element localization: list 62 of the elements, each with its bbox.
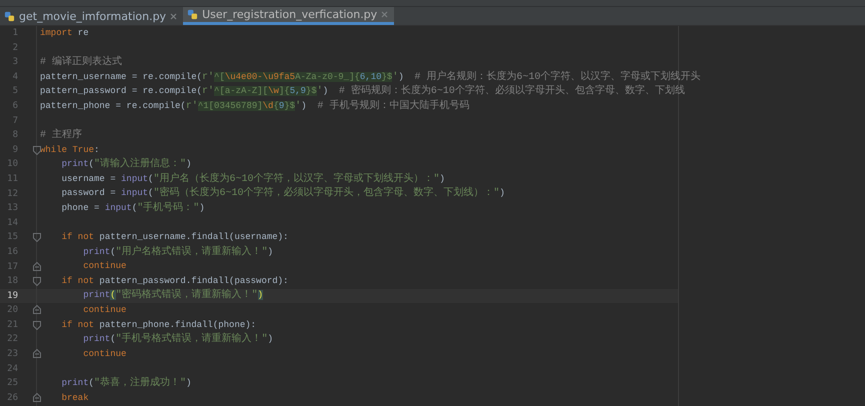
code-line: print("手机号格式错误，请重新输入！") — [82, 333, 274, 346]
line-number: 10 — [6, 158, 19, 172]
code-line: print("恭喜，注册成功！") — [60, 377, 192, 390]
line-number: 4 — [12, 70, 19, 84]
code-line: while True: — [39, 144, 100, 157]
line-number: 16 — [6, 246, 19, 259]
fold-icon[interactable] — [33, 233, 41, 242]
fold-icon[interactable] — [33, 349, 41, 358]
line-number: 9 — [12, 144, 19, 157]
close-icon[interactable] — [170, 12, 178, 20]
line-number: 17 — [6, 260, 19, 274]
fold-icon[interactable] — [33, 277, 41, 286]
line-number: 13 — [6, 202, 19, 216]
code-line: if not pattern_username.findall(username): — [60, 231, 288, 244]
line-number: 5 — [12, 85, 19, 98]
file-tab[interactable]: get_movie_imformation.py — [0, 7, 184, 25]
line-number: 18 — [6, 275, 19, 288]
code-line: continue — [82, 260, 126, 274]
code-line: print("请输入注册信息：") — [60, 158, 192, 172]
line-number: 12 — [6, 188, 19, 201]
code-line: break — [60, 392, 89, 405]
fold-icon[interactable] — [33, 146, 41, 155]
code-line: pattern_phone = re.compile(r'^1[03456789]\d{9}$') # 手机号规则：中国大陆手机号码 — [39, 100, 470, 113]
code-line: # 主程序 — [39, 128, 82, 142]
line-number: 26 — [6, 392, 19, 405]
fold-icon[interactable] — [33, 262, 41, 270]
line-number: 22 — [6, 333, 19, 346]
line-number: 3 — [12, 56, 19, 70]
line-number: 8 — [12, 129, 19, 142]
code-line: # 编译正则表达式 — [39, 56, 122, 69]
fold-icon[interactable] — [33, 320, 41, 330]
code-line: continue — [82, 304, 126, 318]
code-line: pattern_password = re.compile(r'^[a-zA-Z][\w]{5,9}$') # 密码规则：长度为6~10个字符、必须以字母开头、包含字母、数字、下划线 — [39, 85, 685, 98]
code-line: pattern_username = re.compile(r'^[\u4e00-\u9fa5A-Za-z0-9_]{6,10}$') # 用户名规则：长度为6~10个字符、以汉字、字母或下划线开头 — [39, 70, 701, 84]
line-number: 6 — [12, 100, 19, 113]
line-number: 25 — [6, 377, 19, 390]
line-number: 14 — [6, 216, 19, 230]
line-number: 11 — [6, 172, 19, 186]
code-line: continue — [82, 348, 126, 361]
line-number: 7 — [12, 114, 19, 128]
code-line: if not pattern_password.findall(password): — [60, 274, 288, 288]
line-number: 23 — [6, 348, 19, 362]
line-number: 20 — [6, 304, 19, 318]
fold-icon[interactable] — [33, 305, 41, 314]
line-number: 1 — [12, 27, 19, 40]
python-file-icon — [187, 9, 198, 20]
line-number: 21 — [6, 318, 19, 332]
code-line: import re — [39, 26, 89, 40]
code-line: print("密码格式错误，请重新输入！") — [82, 289, 264, 302]
file-tab[interactable]: User_registration_verfication.py — [183, 7, 394, 25]
code-line: if not pattern_phone.findall(phone): — [60, 318, 256, 332]
line-number: 15 — [6, 231, 19, 244]
code-line: phone = input("手机号码：") — [60, 202, 205, 215]
code-line: username = input("用户名（长度为6~10个字符，以汉字、字母或下划线开头）：") — [60, 172, 445, 186]
code-line: print("用户名格式错误，请重新输入！") — [82, 246, 274, 259]
line-number: 19 — [6, 290, 19, 303]
line-number: 2 — [12, 42, 19, 55]
close-icon[interactable] — [381, 11, 388, 18]
python-file-icon — [4, 10, 15, 22]
line-number: 24 — [6, 362, 19, 376]
code-line: password = input("密码（长度为6~10个字符，必须以字母开头，包含字母、数字、下划线）：") — [60, 187, 505, 200]
fold-icon[interactable] — [33, 392, 41, 402]
